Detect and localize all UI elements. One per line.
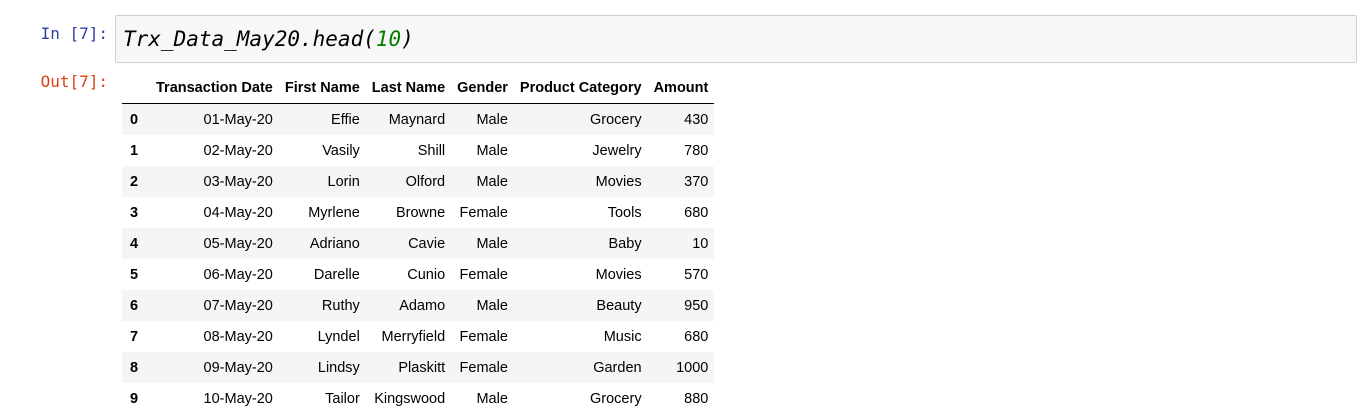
cell-first-name: Vasily — [322, 142, 360, 159]
cell-last-name: Maynard — [388, 111, 446, 128]
header-row: Transaction Date First Name Last Name Ge… — [122, 72, 715, 104]
cell-gender: Male — [476, 173, 508, 190]
cell-first-name: Myrlene — [308, 204, 360, 221]
table-row: 3 04-May-20 Myrlene Browne Female Tools 680 — [122, 197, 715, 228]
row-index: 7 — [130, 328, 139, 345]
cell-gender: Male — [476, 297, 508, 314]
cell-amount: 570 — [684, 266, 709, 283]
row-index: 9 — [130, 390, 139, 407]
row-index: 1 — [130, 142, 139, 159]
code-suffix: ) — [401, 27, 414, 51]
header-transaction-date: Transaction Date — [150, 72, 279, 104]
table-row: 0 01-May-20 Effie Maynard Male Grocery 430 — [122, 103, 715, 135]
row-index: 5 — [130, 266, 139, 283]
table-row: 9 10-May-20 Tailor Kingswood Male Grocery 880 — [122, 383, 715, 414]
cell-transaction-date: 01-May-20 — [203, 111, 273, 128]
header-gender: Gender — [451, 72, 514, 104]
cell-gender: Female — [459, 204, 508, 221]
cell-amount: 370 — [684, 173, 709, 190]
output-prompt: Out[7]: — [40, 72, 108, 91]
cell-product-category: Beauty — [596, 297, 642, 314]
input-prompt: In [7]: — [40, 24, 108, 43]
cell-amount: 1000 — [676, 359, 709, 376]
cell-gender: Female — [459, 328, 508, 345]
cell-transaction-date: 05-May-20 — [203, 235, 273, 252]
cell-product-category: Grocery — [590, 390, 642, 407]
cell-last-name: Plaskitt — [398, 359, 446, 376]
cell-product-category: Movies — [595, 266, 642, 283]
notebook-page: In [7]: Trx_Data_May20.head(10) Out[7]: … — [0, 0, 1372, 415]
cell-amount: 780 — [684, 142, 709, 159]
cell-transaction-date: 07-May-20 — [203, 297, 273, 314]
cell-amount: 680 — [684, 328, 709, 345]
row-index: 4 — [130, 235, 139, 252]
cell-last-name: Kingswood — [374, 390, 446, 407]
header-last-name: Last Name — [365, 72, 452, 104]
cell-transaction-date: 10-May-20 — [203, 390, 273, 407]
cell-last-name: Cunio — [407, 266, 446, 283]
code-cell-input[interactable]: Trx_Data_May20.head(10) — [115, 15, 1357, 63]
cell-transaction-date: 04-May-20 — [203, 204, 273, 221]
cell-product-category: Tools — [607, 204, 642, 221]
code-prefix: Trx_Data_May20.head( — [123, 27, 376, 51]
cell-gender: Male — [476, 390, 508, 407]
cell-gender: Male — [476, 142, 508, 159]
cell-amount: 680 — [684, 204, 709, 221]
cell-last-name: Olford — [405, 173, 446, 190]
cell-amount: 430 — [684, 111, 709, 128]
cell-transaction-date: 08-May-20 — [203, 328, 273, 345]
table-row: 4 05-May-20 Adriano Cavie Male Baby 10 — [122, 228, 715, 259]
cell-product-category: Garden — [593, 359, 642, 376]
cell-last-name: Merryfield — [381, 328, 446, 345]
cell-first-name: Effie — [331, 111, 360, 128]
cell-product-category: Movies — [595, 173, 642, 190]
cell-transaction-date: 09-May-20 — [203, 359, 273, 376]
cell-last-name: Shill — [417, 142, 446, 159]
cell-amount: 950 — [684, 297, 709, 314]
table-row: 2 03-May-20 Lorin Olford Male Movies 370 — [122, 166, 715, 197]
header-amount: Amount — [647, 72, 715, 104]
cell-gender: Female — [459, 359, 508, 376]
row-index: 8 — [130, 359, 139, 376]
row-index: 0 — [130, 111, 139, 128]
header-product-category: Product Category — [513, 72, 648, 104]
header-index — [122, 72, 150, 104]
cell-first-name: Darelle — [313, 266, 360, 283]
cell-product-category: Grocery — [590, 111, 642, 128]
cell-product-category: Music — [603, 328, 642, 345]
cell-amount: 880 — [684, 390, 709, 407]
cell-first-name: Lorin — [327, 173, 360, 190]
table-row: 1 02-May-20 Vasily Shill Male Jewelry 780 — [122, 135, 715, 166]
row-index: 3 — [130, 204, 139, 221]
cell-product-category: Jewelry — [592, 142, 642, 159]
cell-amount: 10 — [692, 235, 709, 252]
cell-transaction-date: 06-May-20 — [203, 266, 273, 283]
row-index: 2 — [130, 173, 139, 190]
table-row: 6 07-May-20 Ruthy Adamo Male Beauty 950 — [122, 290, 715, 321]
cell-last-name: Adamo — [399, 297, 446, 314]
code-line[interactable]: Trx_Data_May20.head(10) — [123, 26, 414, 52]
cell-gender: Female — [459, 266, 508, 283]
code-argument: 10 — [375, 27, 402, 51]
table-row: 8 09-May-20 Lindsy Plaskitt Female Garden 1000 — [122, 352, 715, 383]
table-row: 5 06-May-20 Darelle Cunio Female Movies 570 — [122, 259, 715, 290]
cell-first-name: Lyndel — [317, 328, 360, 345]
cell-first-name: Tailor — [325, 390, 360, 407]
dataframe-table: Transaction Date First Name Last Name Ge… — [122, 72, 715, 414]
cell-gender: Male — [476, 235, 508, 252]
cell-last-name: Cavie — [408, 235, 446, 252]
cell-first-name: Ruthy — [321, 297, 360, 314]
cell-product-category: Baby — [608, 235, 642, 252]
cell-transaction-date: 03-May-20 — [203, 173, 273, 190]
cell-transaction-date: 02-May-20 — [203, 142, 273, 159]
cell-first-name: Lindsy — [317, 359, 360, 376]
row-index: 6 — [130, 297, 139, 314]
header-first-name: First Name — [278, 72, 366, 104]
cell-last-name: Browne — [395, 204, 446, 221]
table-row: 7 08-May-20 Lyndel Merryfield Female Music 680 — [122, 321, 715, 352]
cell-first-name: Adriano — [309, 235, 360, 252]
cell-gender: Male — [476, 111, 508, 128]
